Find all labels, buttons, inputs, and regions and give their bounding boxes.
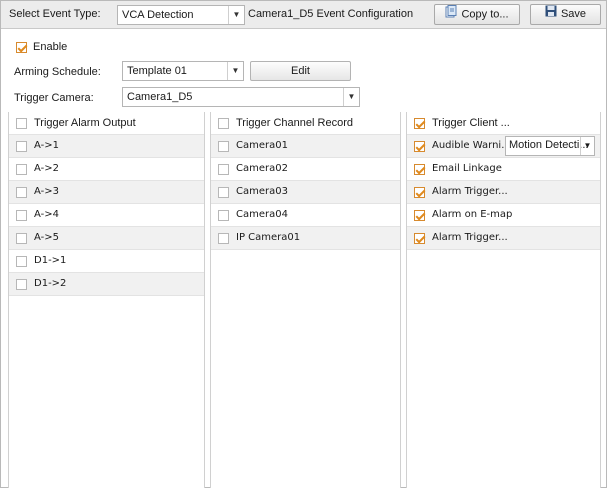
chevron-down-icon: ▼ (580, 137, 594, 155)
item-checkbox[interactable] (16, 232, 27, 244)
list-item[interactable]: Alarm Trigger... (407, 181, 600, 204)
list-item-label: Camera04 (236, 209, 288, 221)
list-item[interactable]: IP Camera01 (211, 227, 400, 250)
trigger-camera-value: Camera1_D5 (127, 91, 193, 103)
list-item[interactable]: Camera03 (211, 181, 400, 204)
item-checkbox[interactable] (414, 140, 425, 152)
chevron-down-icon: ▼ (227, 62, 243, 80)
alarm-output-header-label: Trigger Alarm Output (34, 117, 136, 130)
enable-checkbox-row[interactable]: Enable (16, 41, 67, 53)
audible-warning-value: Motion Detecti... (509, 139, 589, 151)
channel-record-header[interactable]: Trigger Channel Record (211, 112, 400, 135)
item-checkbox[interactable] (16, 140, 27, 152)
list-item-label: Audible Warni... (432, 140, 511, 152)
list-item-label: D1->1 (34, 255, 67, 267)
item-checkbox[interactable] (16, 163, 27, 175)
alarm-output-column: Trigger Alarm Output A->1 A->2 A->3 A->4… (8, 112, 205, 488)
channel-record-header-label: Trigger Channel Record (236, 117, 353, 130)
config-title: Camera1_D5 Event Configuration (248, 8, 414, 20)
chevron-down-icon: ▼ (228, 6, 244, 24)
list-item-label: Alarm Trigger... (432, 186, 508, 198)
linkage-column: Trigger Client ... Audible Warni... Moti… (406, 112, 601, 488)
item-checkbox[interactable] (16, 255, 27, 267)
event-type-value: VCA Detection (122, 9, 194, 21)
copy-to-label: Copy to... (461, 8, 509, 21)
list-item[interactable]: Alarm on E-map (407, 204, 600, 227)
list-item-label: A->4 (34, 209, 59, 221)
list-item-label: Camera01 (236, 140, 288, 152)
list-item-label: Alarm Trigger... (432, 232, 508, 244)
item-checkbox[interactable] (414, 186, 425, 198)
enable-label: Enable (33, 41, 68, 54)
trigger-camera-label: Trigger Camera: (14, 92, 94, 104)
enable-checkbox[interactable] (16, 41, 27, 53)
list-item-label: A->2 (34, 163, 59, 175)
list-item[interactable]: Camera02 (211, 158, 400, 181)
list-item[interactable]: Email Linkage (407, 158, 600, 181)
list-item[interactable]: A->3 (9, 181, 204, 204)
trigger-camera-select[interactable]: Camera1_D5 ▼ (122, 87, 360, 107)
item-checkbox[interactable] (218, 209, 229, 221)
audible-warning-select[interactable]: Motion Detecti... ▼ (505, 136, 595, 156)
list-item[interactable]: D1->2 (9, 273, 204, 296)
channel-record-column: Trigger Channel Record Camera01 Camera02… (210, 112, 401, 488)
list-item-label: A->3 (34, 186, 59, 198)
list-item[interactable]: Camera01 (211, 135, 400, 158)
linkage-header[interactable]: Trigger Client ... (407, 112, 600, 135)
select-all-checkbox[interactable] (16, 117, 27, 129)
item-checkbox[interactable] (16, 209, 27, 221)
alarm-output-header[interactable]: Trigger Alarm Output (9, 112, 204, 135)
list-item-label: Email Linkage (432, 163, 502, 175)
save-icon (545, 5, 557, 24)
toolbar: Select Event Type: VCA Detection ▼ Camer… (1, 1, 606, 29)
item-checkbox[interactable] (218, 232, 229, 244)
arming-schedule-label: Arming Schedule: (14, 66, 101, 78)
list-item[interactable]: A->1 (9, 135, 204, 158)
item-checkbox[interactable] (218, 186, 229, 198)
save-label: Save (560, 8, 587, 20)
list-item[interactable]: A->4 (9, 204, 204, 227)
chevron-down-icon: ▼ (343, 88, 359, 106)
list-item-label: A->5 (34, 232, 59, 244)
arming-schedule-value: Template 01 (127, 65, 187, 77)
item-checkbox[interactable] (414, 209, 425, 221)
item-checkbox[interactable] (16, 278, 27, 290)
list-item-label: IP Camera01 (236, 232, 301, 244)
arming-schedule-select[interactable]: Template 01 ▼ (122, 61, 244, 81)
save-button[interactable]: Save (530, 4, 601, 25)
item-checkbox[interactable] (414, 232, 425, 244)
list-item-label: Camera02 (236, 163, 288, 175)
copy-to-button[interactable]: Copy to... (434, 4, 520, 25)
edit-schedule-button[interactable]: Edit (250, 61, 351, 81)
list-item[interactable]: Camera04 (211, 204, 400, 227)
list-item-label: A->1 (34, 140, 59, 152)
event-type-label: Select Event Type: (9, 8, 101, 20)
item-checkbox[interactable] (218, 140, 229, 152)
list-item[interactable]: A->2 (9, 158, 204, 181)
item-checkbox[interactable] (414, 163, 425, 175)
item-checkbox[interactable] (218, 163, 229, 175)
event-configuration-panel: Select Event Type: VCA Detection ▼ Camer… (0, 0, 607, 488)
list-item[interactable]: D1->1 (9, 250, 204, 273)
select-all-checkbox[interactable] (414, 117, 425, 129)
list-item[interactable]: Audible Warni... Motion Detecti... ▼ (407, 135, 600, 158)
item-checkbox[interactable] (16, 186, 27, 198)
event-type-select[interactable]: VCA Detection ▼ (117, 5, 245, 25)
list-item-label: Alarm on E-map (432, 209, 513, 221)
list-item[interactable]: A->5 (9, 227, 204, 250)
linkage-header-label: Trigger Client ... (432, 117, 510, 130)
list-item[interactable]: Alarm Trigger... (407, 227, 600, 250)
list-item-label: Camera03 (236, 186, 288, 198)
copy-icon (445, 5, 457, 25)
select-all-checkbox[interactable] (218, 117, 229, 129)
list-item-label: D1->2 (34, 278, 67, 290)
